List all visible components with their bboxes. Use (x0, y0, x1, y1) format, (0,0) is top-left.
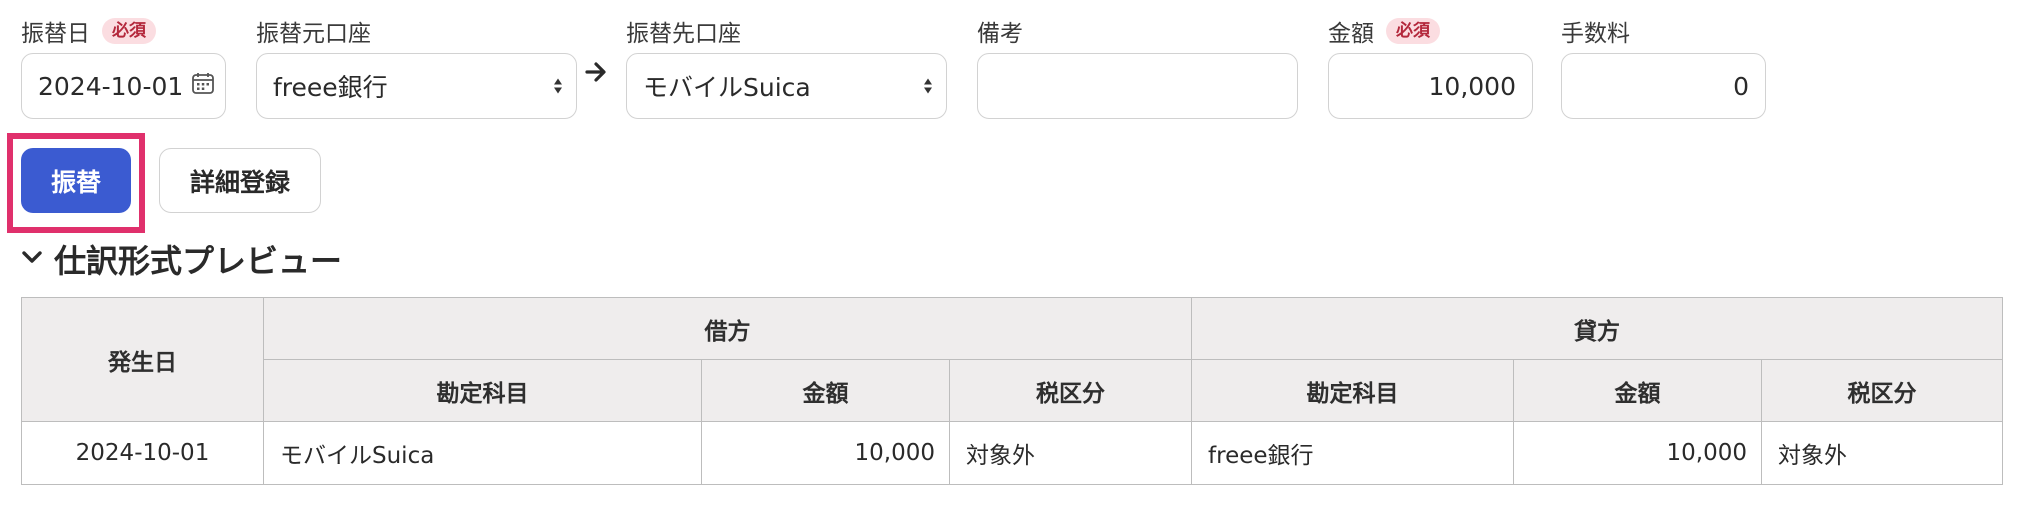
header-debit-tax: 税区分 (948, 359, 1193, 422)
from-account-select[interactable]: freee銀行 (256, 53, 577, 119)
note-input[interactable] (977, 53, 1298, 119)
select-arrows-icon (554, 78, 562, 94)
table-row: 2024-10-01 モバイルSuica 10,000 対象外 freee銀行 … (21, 421, 2004, 485)
to-account-label: 振替先口座 (626, 21, 741, 47)
header-credit: 貸方 (1191, 297, 2004, 360)
arrow-right-icon (584, 60, 608, 88)
header-debit-account: 勘定科目 (263, 359, 702, 422)
cell-debit-account: モバイルSuica (263, 421, 702, 485)
calendar-icon[interactable] (191, 71, 215, 101)
from-account-label: 振替元口座 (256, 21, 371, 47)
detail-register-button[interactable]: 詳細登録 (159, 148, 321, 213)
fee-label: 手数料 (1561, 21, 1630, 47)
date-value: 2024-10-01 (38, 71, 184, 101)
date-required-badge: 必須 (102, 18, 156, 44)
select-arrows-icon (924, 78, 932, 94)
fee-value: 0 (1733, 71, 1749, 101)
cell-credit-amount: 10,000 (1513, 421, 1763, 485)
to-account-select[interactable]: モバイルSuica (626, 53, 947, 119)
header-debit-amount: 金額 (701, 359, 950, 422)
cell-debit-tax: 対象外 (948, 421, 1193, 485)
amount-label-text: 金額 (1328, 21, 1374, 47)
preview-toggle[interactable]: 仕訳形式プレビュー (20, 236, 342, 282)
amount-required-badge: 必須 (1386, 18, 1440, 44)
note-label: 備考 (977, 21, 1023, 47)
date-label: 振替日 必須 (21, 14, 156, 48)
fee-input[interactable]: 0 (1561, 53, 1766, 119)
date-input[interactable]: 2024-10-01 (21, 53, 226, 119)
date-label-text: 振替日 (21, 21, 90, 47)
amount-input[interactable]: 10,000 (1328, 53, 1533, 119)
header-credit-account: 勘定科目 (1191, 359, 1515, 422)
header-credit-tax: 税区分 (1761, 359, 2004, 422)
from-account-value: freee銀行 (273, 73, 388, 102)
amount-value: 10,000 (1428, 71, 1516, 101)
header-debit: 借方 (262, 297, 1193, 360)
chevron-down-icon (20, 245, 44, 273)
header-date: 発生日 (21, 297, 264, 422)
preview-title: 仕訳形式プレビュー (54, 242, 343, 280)
table-header-row: 発生日 借方 貸方 (21, 297, 2004, 422)
journal-preview-table: 発生日 借方 貸方 勘定科目 金額 税区分 勘定科目 金額 税区分 2024-1… (21, 297, 2004, 485)
header-credit-amount: 金額 (1513, 359, 1763, 422)
cell-date: 2024-10-01 (21, 421, 264, 485)
cell-credit-tax: 対象外 (1761, 421, 2004, 485)
to-account-value: モバイルSuica (643, 73, 811, 102)
amount-label: 金額 必須 (1328, 14, 1440, 48)
table-subheader-row: 勘定科目 金額 税区分 勘定科目 金額 税区分 (22, 359, 2004, 422)
cell-credit-account: freee銀行 (1191, 421, 1515, 485)
transfer-button[interactable]: 振替 (21, 148, 131, 213)
cell-debit-amount: 10,000 (701, 421, 950, 485)
